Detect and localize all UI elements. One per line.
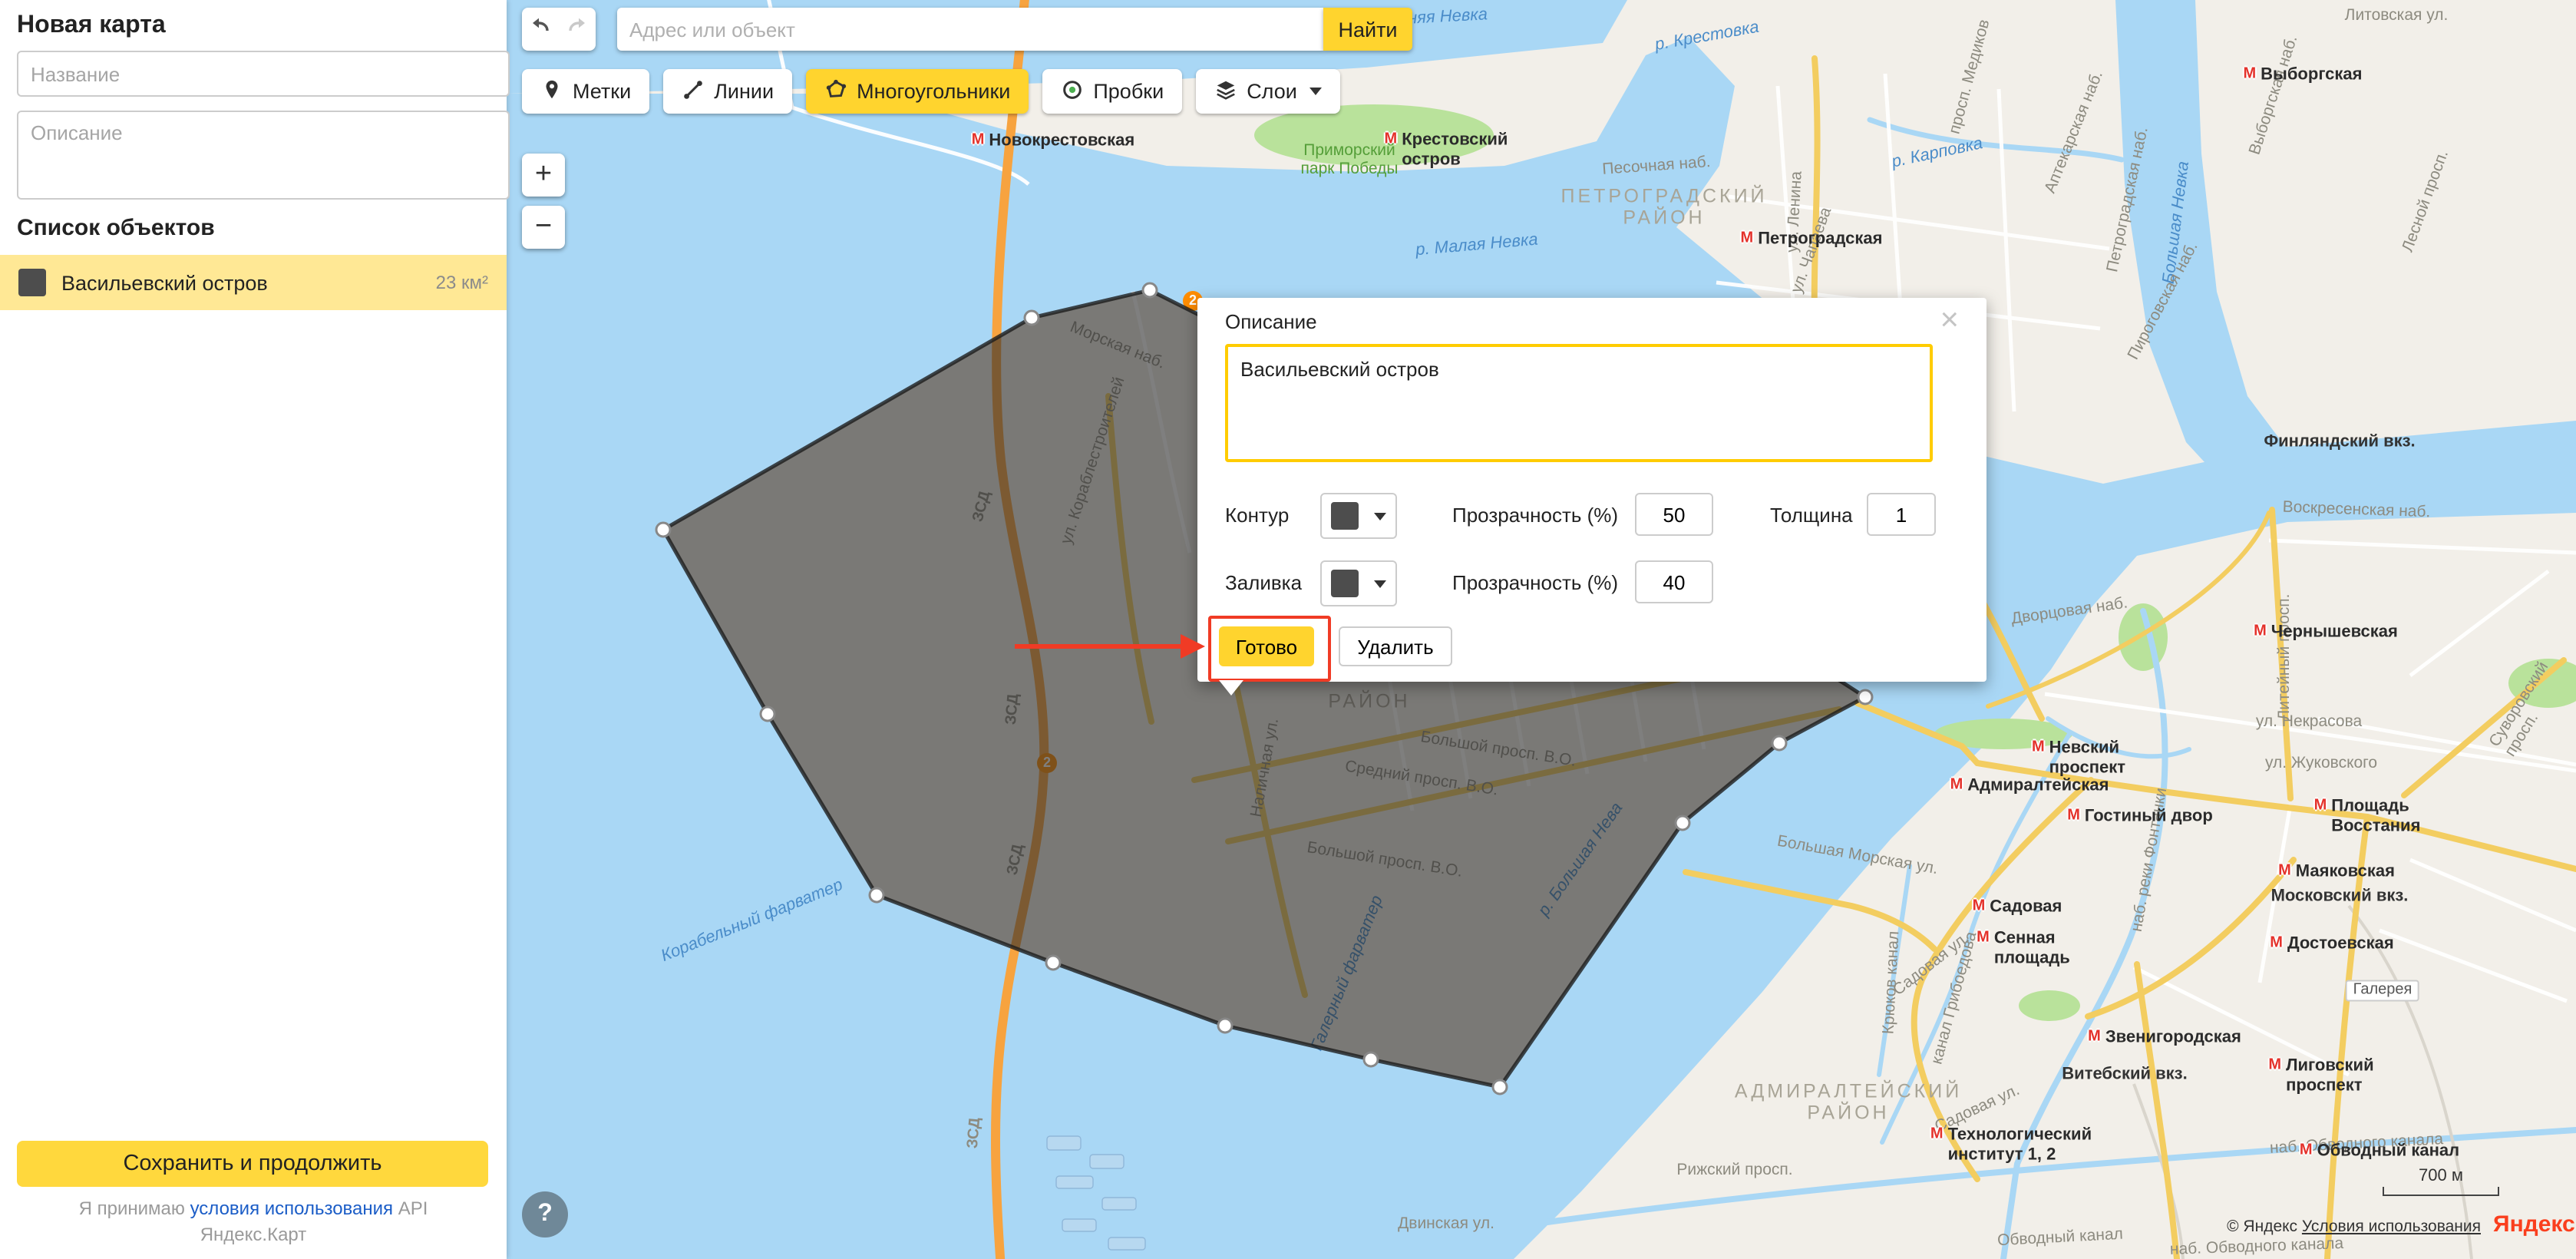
- outline-color-swatch: [1331, 502, 1359, 530]
- polygon-vertex[interactable]: [1025, 311, 1039, 325]
- copyright-text: © Яндекс: [2227, 1218, 2297, 1236]
- done-button[interactable]: Готово: [1219, 626, 1314, 666]
- tool-row: Метки Линии Многоугольники Пробки Слои: [522, 69, 1340, 114]
- objects-heading: Список объектов: [17, 215, 215, 241]
- scale-label: 700 м: [2383, 1167, 2499, 1185]
- tool-линии[interactable]: Линии: [663, 69, 792, 114]
- zoom-out-button[interactable]: −: [522, 206, 565, 249]
- fill-opacity-input[interactable]: [1635, 560, 1713, 603]
- find-button[interactable]: Найти: [1323, 8, 1412, 51]
- polygon-vertex[interactable]: [1046, 956, 1060, 970]
- map-description-input[interactable]: [17, 111, 510, 200]
- undo-icon[interactable]: [528, 13, 553, 45]
- map-area[interactable]: Средняя Невкар. Крестовкар. Малая Невкар…: [507, 0, 2576, 1259]
- map-name-input[interactable]: [17, 51, 510, 97]
- delete-button[interactable]: Удалить: [1339, 626, 1452, 666]
- outline-label: Контур: [1225, 504, 1289, 527]
- zoom-in-button[interactable]: +: [522, 154, 565, 197]
- save-button[interactable]: Сохранить и продолжить: [17, 1141, 488, 1187]
- attribution: © Яндекс Условия использования: [2134, 1218, 2481, 1236]
- map-scale: 700 м: [2383, 1167, 2499, 1196]
- fill-color-select[interactable]: [1320, 560, 1397, 606]
- tool-label: Метки: [573, 80, 631, 103]
- polygon-vertex[interactable]: [1858, 690, 1872, 704]
- terms-link[interactable]: условия использования: [190, 1198, 393, 1219]
- polygon-properties-dialog: Описание × Васильевский остров Контур Пр…: [1197, 298, 1986, 682]
- object-area: 23 км²: [436, 272, 488, 293]
- object-name: Васильевский остров: [61, 271, 424, 294]
- tool-label: Слои: [1247, 80, 1297, 103]
- terms-brand: Яндекс.Карт: [200, 1224, 307, 1246]
- tool-многоугольники[interactable]: Многоугольники: [806, 69, 1029, 114]
- sidebar: Новая карта Список объектов Васильевский…: [0, 0, 507, 1259]
- search-bar: Найти: [522, 8, 1412, 51]
- polygon-description-input[interactable]: Васильевский остров: [1225, 344, 1933, 462]
- polygon-vertex[interactable]: [1364, 1052, 1378, 1066]
- terms-api: API: [398, 1198, 428, 1219]
- outline-color-select[interactable]: [1320, 493, 1397, 539]
- dialog-tail: [1219, 680, 1243, 696]
- layers-icon: [1214, 78, 1237, 105]
- chevron-down-icon: [1374, 580, 1386, 587]
- pin-icon: [540, 78, 563, 105]
- objects-list: Васильевский остров 23 км²: [0, 255, 507, 310]
- traffic-icon: [1061, 78, 1084, 105]
- undo-redo-group: [522, 8, 596, 51]
- polygon-vertex[interactable]: [1218, 1019, 1232, 1033]
- fill-opacity-label: Прозрачность (%): [1452, 571, 1618, 594]
- polygon-vertex[interactable]: [1772, 736, 1786, 750]
- polygon-vertex[interactable]: [761, 707, 774, 721]
- thickness-label: Толщина: [1770, 504, 1853, 527]
- chevron-down-icon: [1374, 512, 1386, 520]
- polygon-vertex[interactable]: [1493, 1080, 1507, 1094]
- search-input[interactable]: [617, 8, 1323, 51]
- tool-слои[interactable]: Слои: [1196, 69, 1340, 114]
- chevron-down-icon: [1309, 88, 1322, 95]
- yandex-map-constructor: Новая карта Список объектов Васильевский…: [0, 0, 2576, 1259]
- dialog-title: Описание: [1225, 310, 1317, 333]
- yandex-logo[interactable]: Яндекс: [2493, 1211, 2575, 1238]
- terms-of-use-link[interactable]: Условия использования: [2302, 1218, 2481, 1236]
- help-button[interactable]: ?: [522, 1191, 568, 1238]
- tool-label: Многоугольники: [857, 80, 1010, 103]
- tool-метки[interactable]: Метки: [522, 69, 649, 114]
- thickness-input[interactable]: [1867, 493, 1936, 536]
- outline-opacity-label: Прозрачность (%): [1452, 504, 1618, 527]
- outline-opacity-input[interactable]: [1635, 493, 1713, 536]
- polygon-vertex[interactable]: [1676, 816, 1689, 830]
- polygon-vertex[interactable]: [870, 888, 883, 902]
- page-title: Новая карта: [17, 12, 166, 40]
- close-icon[interactable]: ×: [1930, 301, 1968, 341]
- polygon-icon: [824, 78, 847, 105]
- redo-icon[interactable]: [565, 13, 590, 45]
- object-color-swatch: [18, 269, 46, 296]
- line-icon: [682, 78, 705, 105]
- fill-label: Заливка: [1225, 571, 1302, 594]
- polygon-vertex[interactable]: [1143, 283, 1157, 297]
- tool-пробки[interactable]: Пробки: [1042, 69, 1182, 114]
- terms-footer: Я принимаю условия использования API Янд…: [0, 1196, 507, 1250]
- scale-bar: [2383, 1187, 2499, 1196]
- fill-color-swatch: [1331, 570, 1359, 597]
- object-list-item[interactable]: Васильевский остров 23 км²: [0, 255, 507, 310]
- polygon-vertex[interactable]: [656, 523, 670, 537]
- tool-label: Пробки: [1093, 80, 1164, 103]
- terms-text: Я принимаю: [79, 1198, 185, 1219]
- tool-label: Линии: [714, 80, 774, 103]
